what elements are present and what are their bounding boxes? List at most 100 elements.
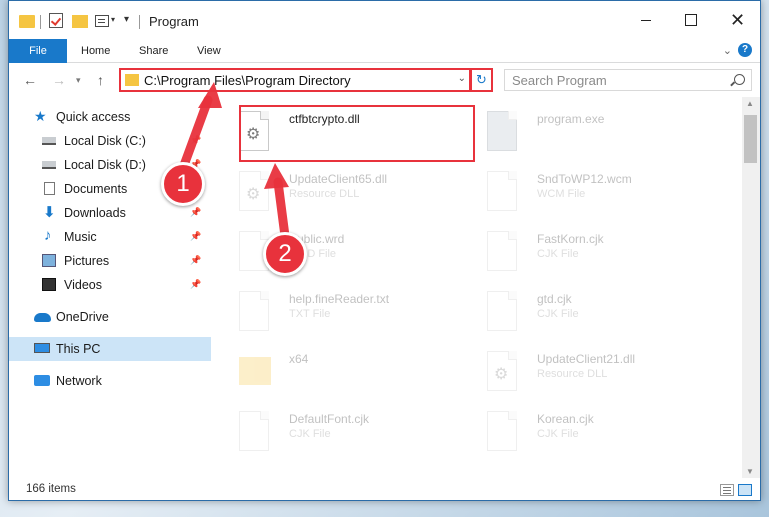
- sidebar-item-label: Downloads: [64, 206, 126, 220]
- title-bar: ▾ ▾ Program ✕: [9, 1, 760, 39]
- sidebar-item-label: Network: [56, 374, 102, 388]
- sidebar-item-quick-access[interactable]: ★ Quick access: [9, 105, 211, 129]
- file-name: DefaultFont.cjk: [289, 412, 370, 426]
- video-icon: [42, 278, 56, 291]
- tab-view[interactable]: View: [185, 39, 233, 63]
- picture-icon: [42, 254, 56, 267]
- pin-icon[interactable]: 📌: [190, 255, 201, 266]
- sidebar-item-this-pc[interactable]: This PC: [9, 337, 211, 361]
- properties-check-icon[interactable]: [49, 13, 63, 28]
- file-name: Korean.cjk: [537, 412, 594, 426]
- back-button[interactable]: ←: [23, 72, 37, 88]
- search-placeholder: Search Program: [512, 73, 607, 88]
- pin-icon[interactable]: 📌: [190, 231, 201, 242]
- sidebar-item-network[interactable]: Network: [9, 369, 211, 393]
- file-name: FastKorn.cjk: [537, 232, 604, 246]
- file-icon: [487, 291, 517, 331]
- sidebar-item-label: This PC: [56, 342, 101, 356]
- sidebar-item-label: Local Disk (D:): [64, 158, 146, 172]
- file-icon: [487, 231, 517, 271]
- navigation-bar: ← → ▾ ↑ C:\Program Files\Program Directo…: [9, 63, 760, 97]
- recent-locations-button[interactable]: ▾: [76, 75, 81, 86]
- sidebar-item-label: Pictures: [64, 254, 110, 268]
- file-item[interactable]: SndToWP12.wcm WCM File: [461, 165, 701, 221]
- file-type: Resource DLL: [537, 368, 608, 380]
- highlight-box: [239, 105, 475, 162]
- sidebar-item-label: Music: [64, 230, 97, 244]
- sidebar-item-label: Documents: [64, 182, 128, 196]
- sidebar-item-onedrive[interactable]: OneDrive: [9, 305, 211, 329]
- file-item[interactable]: DefaultFont.cjk CJK File: [213, 405, 453, 461]
- search-input[interactable]: Search Program: [504, 69, 752, 91]
- file-item[interactable]: UpdateClient65.dll Resource DLL: [213, 165, 453, 221]
- drive-icon: [42, 161, 56, 169]
- refresh-button[interactable]: ↻: [471, 68, 493, 92]
- dll-file-icon: [239, 171, 269, 211]
- scroll-up-icon[interactable]: ▲: [746, 99, 754, 108]
- chevron-down-icon[interactable]: ⌄: [458, 73, 466, 84]
- file-name: SndToWP12.wcm: [537, 172, 632, 186]
- file-item[interactable]: FastKorn.cjk CJK File: [461, 225, 701, 281]
- up-button[interactable]: ↑: [97, 72, 104, 88]
- sidebar-item-pictures[interactable]: Pictures 📌: [9, 249, 211, 273]
- forward-button[interactable]: →: [52, 72, 66, 88]
- file-icon: [239, 291, 269, 331]
- folder-item-x64[interactable]: x64: [213, 345, 453, 401]
- file-explorer-window: ▾ ▾ Program ✕ File Home Share View ⌄ ? ←…: [8, 0, 761, 501]
- computer-icon: [34, 343, 50, 353]
- close-button[interactable]: ✕: [715, 1, 760, 39]
- drive-icon: [42, 137, 56, 145]
- folder-icon: [239, 357, 271, 385]
- pin-icon[interactable]: 📌: [190, 207, 201, 218]
- file-type: CJK File: [537, 248, 579, 260]
- divider: [139, 15, 140, 29]
- scroll-down-icon[interactable]: ▼: [746, 467, 754, 476]
- details-view-icon[interactable]: [720, 484, 734, 496]
- file-icon: [239, 411, 269, 451]
- large-icons-view-icon[interactable]: [738, 484, 752, 496]
- sidebar-item-label: Local Disk (C:): [64, 134, 146, 148]
- file-item[interactable]: gtd.cjk CJK File: [461, 285, 701, 341]
- address-bar[interactable]: C:\Program Files\Program Directory ⌄: [119, 68, 471, 92]
- help-icon[interactable]: ?: [738, 43, 752, 57]
- sidebar-item-videos[interactable]: Videos 📌: [9, 273, 211, 297]
- pin-icon[interactable]: 📌: [190, 135, 201, 146]
- chevron-down-icon[interactable]: ▾: [111, 15, 115, 31]
- file-icon: [487, 411, 517, 451]
- dll-file-icon: [487, 351, 517, 391]
- sidebar-item-local-disk-c[interactable]: Local Disk (C:) 📌: [9, 129, 211, 153]
- sidebar-item-label: Videos: [64, 278, 102, 292]
- file-type: Resource DLL: [289, 188, 360, 200]
- file-icon: [487, 171, 517, 211]
- file-item[interactable]: help.fineReader.txt TXT File: [213, 285, 453, 341]
- maximize-button[interactable]: [668, 1, 713, 39]
- tab-file[interactable]: File: [9, 39, 67, 63]
- file-item[interactable]: Public.wrd WRD File: [213, 225, 453, 281]
- tab-share[interactable]: Share: [127, 39, 180, 63]
- tab-home[interactable]: Home: [69, 39, 122, 63]
- file-item[interactable]: Korean.cjk CJK File: [461, 405, 701, 461]
- file-type: CJK File: [537, 308, 579, 320]
- file-name: UpdateClient65.dll: [289, 172, 388, 186]
- scrollbar-thumb[interactable]: [744, 115, 757, 163]
- file-item[interactable]: UpdateClient21.dll Resource DLL: [461, 345, 701, 401]
- file-type: CJK File: [537, 428, 579, 440]
- new-folder-icon[interactable]: [72, 15, 88, 28]
- sidebar-item-music[interactable]: ♪ Music 📌: [9, 225, 211, 249]
- properties-icon[interactable]: [95, 15, 109, 27]
- file-item-program-exe[interactable]: program.exe: [461, 105, 701, 161]
- file-list: ctfbtcrypto.dll program.exe UpdateClient…: [211, 97, 742, 478]
- folder-icon: [125, 74, 139, 86]
- folder-icon[interactable]: [19, 15, 35, 28]
- file-name: gtd.cjk: [537, 292, 572, 306]
- minimize-button[interactable]: [623, 1, 668, 39]
- ribbon: File Home Share View ⌄ ?: [9, 39, 760, 63]
- exe-file-icon: [487, 111, 517, 151]
- cloud-icon: [34, 313, 51, 322]
- search-icon: [734, 74, 745, 85]
- download-icon: ⬇: [43, 204, 56, 221]
- customize-toolbar-icon[interactable]: ▾: [124, 14, 129, 30]
- pin-icon[interactable]: 📌: [190, 279, 201, 290]
- vertical-scrollbar[interactable]: ▲ ▼: [742, 97, 760, 478]
- expand-ribbon-icon[interactable]: ⌄: [723, 44, 732, 57]
